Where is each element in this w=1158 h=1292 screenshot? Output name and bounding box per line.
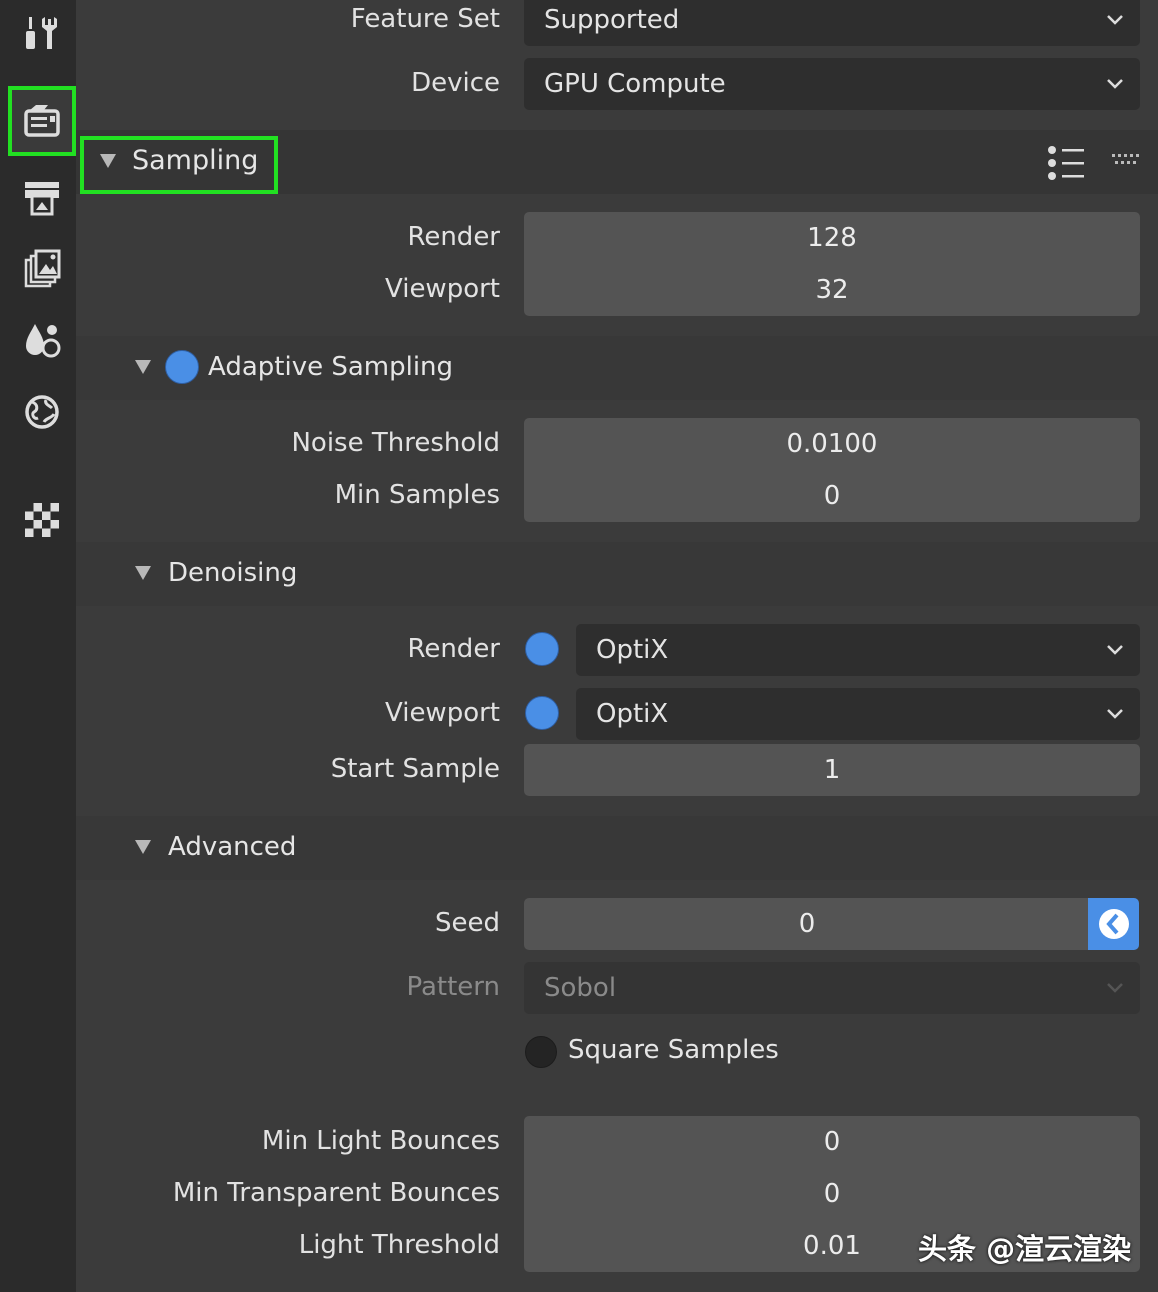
adaptive-sampling-title: Adaptive Sampling <box>208 352 454 382</box>
min-transparent-bounces-label: Min Transparent Bounces <box>172 1178 500 1208</box>
device-value: GPU Compute <box>544 69 726 99</box>
min-light-bounces-label: Min Light Bounces <box>261 1126 500 1156</box>
render-samples-field[interactable]: 128 <box>524 212 1140 264</box>
pattern-label: Pattern <box>406 972 500 1002</box>
presets-list-icon[interactable] <box>1046 144 1086 182</box>
denoising-title: Denoising <box>168 558 298 588</box>
feature-set-dropdown[interactable]: Supported <box>524 0 1140 46</box>
render-camera-icon <box>24 105 60 137</box>
seed-field[interactable]: 0 <box>524 898 1090 950</box>
printer-icon <box>25 182 59 216</box>
denoise-render-value: OptiX <box>596 635 669 665</box>
tool-icon <box>26 17 57 49</box>
adaptive-sampling-checkbox[interactable] <box>165 350 199 384</box>
min-light-bounces-field[interactable]: 0 <box>524 1116 1140 1168</box>
noise-threshold-field[interactable]: 0.0100 <box>524 418 1140 470</box>
advanced-title: Advanced <box>168 832 297 862</box>
denoise-viewport-checkbox[interactable] <box>525 696 559 730</box>
samples-field-group: 128 32 <box>524 212 1140 316</box>
texture-tab[interactable] <box>18 496 66 544</box>
pattern-dropdown[interactable]: Sobol <box>524 962 1140 1014</box>
animate-seed-toggle[interactable] <box>1088 898 1139 950</box>
min-transparent-bounces-field[interactable]: 0 <box>524 1168 1140 1220</box>
pattern-value: Sobol <box>544 973 617 1003</box>
collapse-triangle-icon[interactable] <box>135 566 151 580</box>
properties-tab-bar <box>0 0 76 1292</box>
start-sample-label: Start Sample <box>330 754 500 784</box>
clock-arrow-icon <box>1098 909 1129 939</box>
denoise-viewport-value: OptiX <box>596 699 669 729</box>
image-stack-icon <box>24 249 61 288</box>
collapse-triangle-icon[interactable] <box>100 154 116 168</box>
min-samples-label: Min Samples <box>334 480 500 510</box>
chevron-down-icon <box>1107 79 1123 89</box>
chevron-down-icon <box>1107 709 1123 719</box>
denoise-viewport-label: Viewport <box>385 698 500 728</box>
denoise-render-dropdown[interactable]: OptiX <box>576 624 1140 676</box>
sampling-title: Sampling <box>132 145 259 176</box>
drag-grip-icon[interactable] <box>1110 152 1142 168</box>
view-layer-tab[interactable] <box>18 244 66 292</box>
viewport-samples-field[interactable]: 32 <box>524 264 1140 316</box>
checker-icon <box>25 503 59 537</box>
device-dropdown[interactable]: GPU Compute <box>524 58 1140 110</box>
start-sample-field[interactable]: 1 <box>524 744 1140 796</box>
render-samples-label: Render <box>407 222 500 252</box>
world-tab[interactable] <box>18 388 66 436</box>
seed-label: Seed <box>435 908 500 938</box>
viewport-samples-label: Viewport <box>385 274 500 304</box>
tool-tab[interactable] <box>18 10 66 58</box>
collapse-triangle-icon[interactable] <box>135 840 151 854</box>
min-samples-field[interactable]: 0 <box>524 470 1140 522</box>
feature-set-label: Feature Set <box>350 4 500 34</box>
denoise-viewport-dropdown[interactable]: OptiX <box>576 688 1140 740</box>
collapse-triangle-icon[interactable] <box>135 360 151 374</box>
square-samples-label: Square Samples <box>568 1035 779 1065</box>
square-samples-checkbox[interactable] <box>525 1036 557 1068</box>
chevron-down-icon <box>1107 15 1123 25</box>
denoise-render-checkbox[interactable] <box>525 632 559 666</box>
chevron-down-icon <box>1107 983 1123 993</box>
chevron-down-icon <box>1107 645 1123 655</box>
output-tab[interactable] <box>18 172 66 220</box>
device-label: Device <box>411 68 500 98</box>
world-icon <box>25 395 59 429</box>
scene-tab[interactable] <box>18 316 66 364</box>
watermark-text: 头条 @渲云渲染 <box>918 1232 1132 1266</box>
start-sample-value: 1 <box>823 755 841 785</box>
noise-threshold-label: Noise Threshold <box>291 428 500 458</box>
denoise-render-label: Render <box>407 634 500 664</box>
render-tab[interactable] <box>18 97 66 145</box>
feature-set-value: Supported <box>544 5 680 35</box>
light-threshold-label: Light Threshold <box>298 1230 500 1260</box>
seed-value: 0 <box>798 909 816 939</box>
scene-icon <box>26 324 61 358</box>
adaptive-field-group: 0.0100 0 <box>524 418 1140 522</box>
